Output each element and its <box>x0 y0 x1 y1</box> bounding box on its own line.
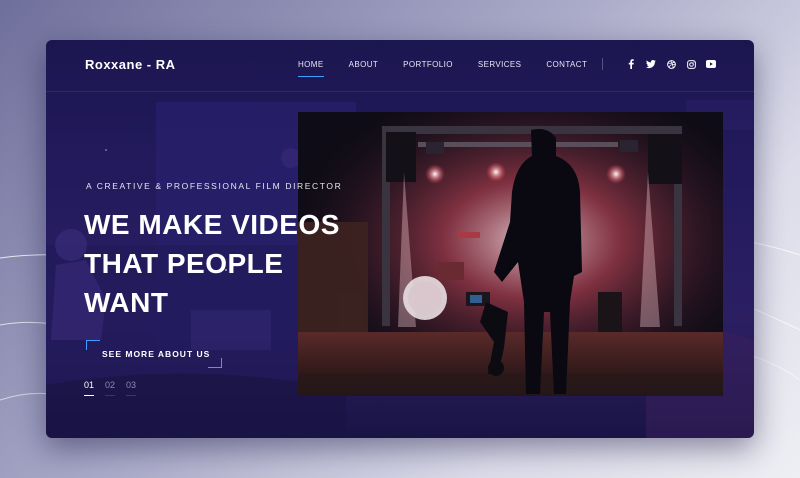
pager-item-01[interactable]: 01 <box>84 380 95 396</box>
button-corner-top-left <box>86 340 100 350</box>
nav-item-home[interactable]: HOME <box>298 60 324 77</box>
nav-item-about[interactable]: ABOUT <box>349 60 379 73</box>
social-links <box>626 59 726 69</box>
landing-page-frame: Roxxane - RA HOME ABOUT PORTFOLIO SERVIC… <box>46 40 754 438</box>
facebook-icon[interactable] <box>626 59 636 69</box>
button-corner-bottom-right <box>208 358 222 368</box>
headline-line-2: THAT PEOPLE <box>84 248 284 279</box>
nav-item-portfolio[interactable]: PORTFOLIO <box>403 60 453 73</box>
hero-tagline: A CREATIVE & PROFESSIONAL FILM DIRECTOR <box>86 181 343 191</box>
pager-item-02[interactable]: 02 <box>105 380 116 396</box>
instagram-icon[interactable] <box>686 59 696 69</box>
youtube-icon[interactable] <box>706 59 716 69</box>
see-more-button[interactable]: SEE MORE ABOUT US <box>86 340 222 368</box>
nav-divider <box>602 58 603 70</box>
main-menu: HOME ABOUT PORTFOLIO SERVICES CONTACT <box>298 60 612 77</box>
top-navigation: Roxxane - RA HOME ABOUT PORTFOLIO SERVIC… <box>46 40 754 92</box>
slide-pager: 01 02 03 <box>84 380 147 396</box>
headline-line-1: WE MAKE VIDEOS <box>84 209 340 240</box>
logo[interactable]: Roxxane - RA <box>85 57 176 72</box>
see-more-label: SEE MORE ABOUT US <box>102 349 211 359</box>
nav-item-services[interactable]: SERVICES <box>478 60 522 73</box>
dribbble-icon[interactable] <box>666 59 676 69</box>
headline-line-3: WANT <box>84 287 169 318</box>
nav-item-contact[interactable]: CONTACT <box>546 60 587 73</box>
twitter-icon[interactable] <box>646 59 656 69</box>
pager-item-03[interactable]: 03 <box>126 380 137 396</box>
hero-headline: WE MAKE VIDEOS THAT PEOPLE WANT <box>84 205 384 322</box>
